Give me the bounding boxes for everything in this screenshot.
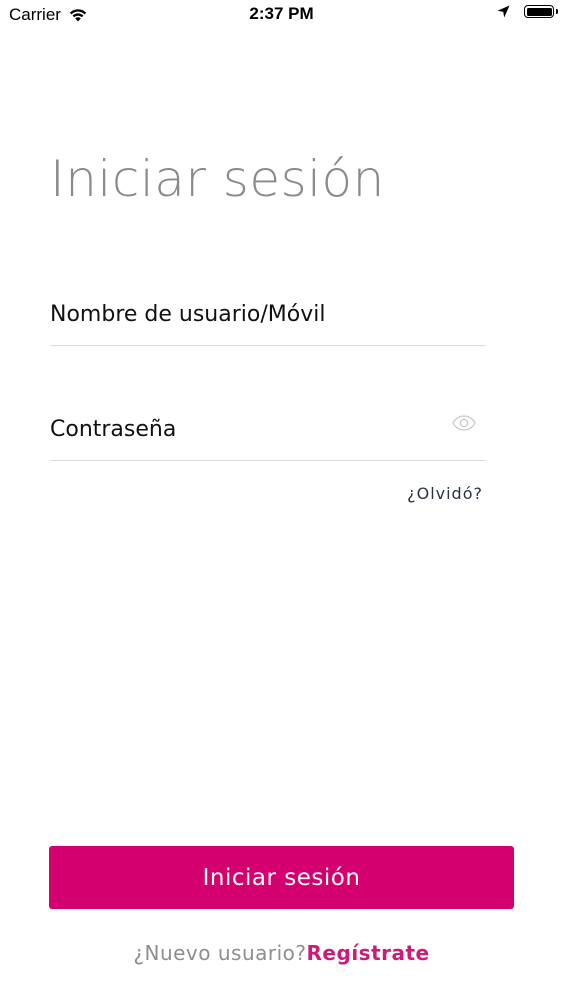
login-button[interactable]: Iniciar sesión bbox=[49, 846, 514, 909]
battery-fill bbox=[526, 7, 552, 16]
battery-cap bbox=[555, 9, 558, 14]
new-user-label: ¿Nuevo usuario? bbox=[133, 941, 307, 965]
login-screen: Carrier 2:37 PM Iniciar sesión Nombre de… bbox=[0, 0, 563, 1000]
register-link[interactable]: Regístrate bbox=[307, 941, 430, 965]
password-input[interactable] bbox=[50, 407, 430, 451]
forgot-password-link[interactable]: ¿Olvidó? bbox=[407, 484, 483, 503]
password-field bbox=[50, 407, 486, 461]
username-input[interactable] bbox=[50, 292, 430, 336]
page-title: Iniciar sesión bbox=[50, 150, 385, 208]
status-right bbox=[497, 5, 558, 18]
username-field bbox=[50, 292, 486, 346]
location-arrow-icon bbox=[497, 5, 510, 18]
register-row: ¿Nuevo usuario?Regístrate bbox=[0, 941, 563, 965]
status-time: 2:37 PM bbox=[249, 4, 314, 23]
status-bar: Carrier 2:37 PM bbox=[0, 0, 563, 30]
battery-icon bbox=[524, 5, 558, 18]
eye-icon[interactable] bbox=[452, 415, 476, 431]
